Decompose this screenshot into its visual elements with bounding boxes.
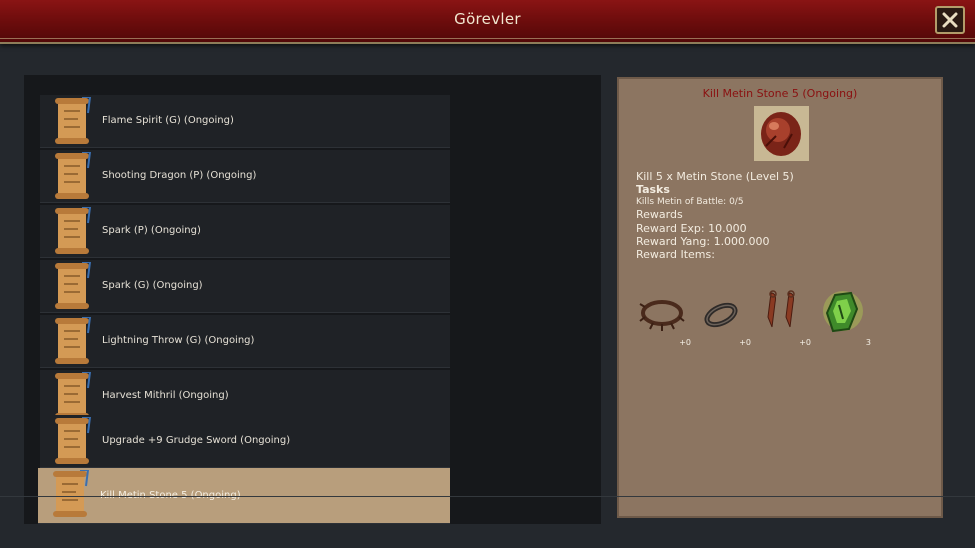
reward-count: +0: [739, 338, 751, 347]
quest-row[interactable]: Shooting Dragon (P) (Ongoing): [40, 150, 450, 203]
reward-items-heading: Reward Items:: [636, 248, 715, 261]
quest-row[interactable]: Upgrade +9 Grudge Sword (Ongoing): [40, 415, 450, 468]
title-bar-border: [0, 38, 975, 39]
quest-row[interactable]: Spark (P) (Ongoing): [40, 205, 450, 258]
quest-row[interactable]: Flame Spirit (G) (Ongoing): [40, 95, 450, 148]
reward-item[interactable]: +0: [637, 289, 693, 347]
close-icon: [942, 12, 958, 28]
title-bar[interactable]: Görevler: [0, 0, 975, 44]
quest-label: Shooting Dragon (P) (Ongoing): [102, 170, 257, 181]
bracelet-icon: [704, 302, 738, 328]
metin-stone-icon: [754, 106, 809, 161]
quest-scroll-icon: [55, 372, 92, 419]
detail-title: Kill Metin Stone 5 (Ongoing): [702, 87, 858, 100]
spiked-necklace-icon: [639, 300, 685, 331]
quest-label: Lightning Throw (G) (Ongoing): [102, 335, 255, 346]
task-progress: Kills Metin of Battle: 0/5: [636, 197, 744, 207]
quest-list[interactable]: Flame Spirit (G) (Ongoing) Shooting Drag…: [24, 75, 601, 524]
quest-scroll-icon: [55, 152, 92, 199]
window-footer-divider: [0, 496, 975, 497]
close-button[interactable]: [935, 6, 965, 34]
quest-detail-panel: Kill Metin Stone 5 (Ongoing) Kill 5 x Me…: [617, 77, 943, 518]
reward-count: +0: [799, 338, 811, 347]
green-crystal-icon: [823, 291, 863, 333]
quest-scroll-icon: [55, 207, 92, 254]
reward-count: +0: [679, 338, 691, 347]
quest-scroll-icon: [55, 417, 92, 464]
quest-label: Spark (G) (Ongoing): [102, 280, 203, 291]
window-title: Görevler: [454, 10, 521, 28]
quest-row[interactable]: Spark (G) (Ongoing): [40, 260, 450, 313]
reward-item[interactable]: 3: [817, 289, 873, 347]
reward-count: 3: [865, 338, 871, 347]
quest-label: Spark (P) (Ongoing): [102, 225, 201, 236]
quest-label: Kill Metin Stone 5 (Ongoing): [100, 468, 241, 520]
quest-description: Kill 5 x Metin Stone (Level 5): [636, 170, 794, 183]
quest-scroll-icon: [55, 317, 92, 364]
tasks-heading: Tasks: [636, 183, 670, 196]
reward-item[interactable]: +0: [757, 289, 813, 347]
quest-scroll-icon: [55, 262, 92, 309]
quest-window: Görevler Flame Spirit (G) (Ongoing) Shoo…: [0, 0, 975, 548]
reward-exp: Reward Exp: 10.000: [636, 222, 747, 235]
quest-scroll-icon: [55, 97, 92, 144]
reward-item[interactable]: +0: [697, 289, 753, 347]
earrings-icon: [767, 290, 795, 328]
quest-label: Upgrade +9 Grudge Sword (Ongoing): [102, 435, 291, 446]
quest-scroll-icon: [53, 470, 90, 517]
rewards-heading: Rewards: [636, 208, 683, 221]
quest-label: Flame Spirit (G) (Ongoing): [102, 115, 234, 126]
reward-yang: Reward Yang: 1.000.000: [636, 235, 770, 248]
quest-row[interactable]: Lightning Throw (G) (Ongoing): [40, 315, 450, 368]
